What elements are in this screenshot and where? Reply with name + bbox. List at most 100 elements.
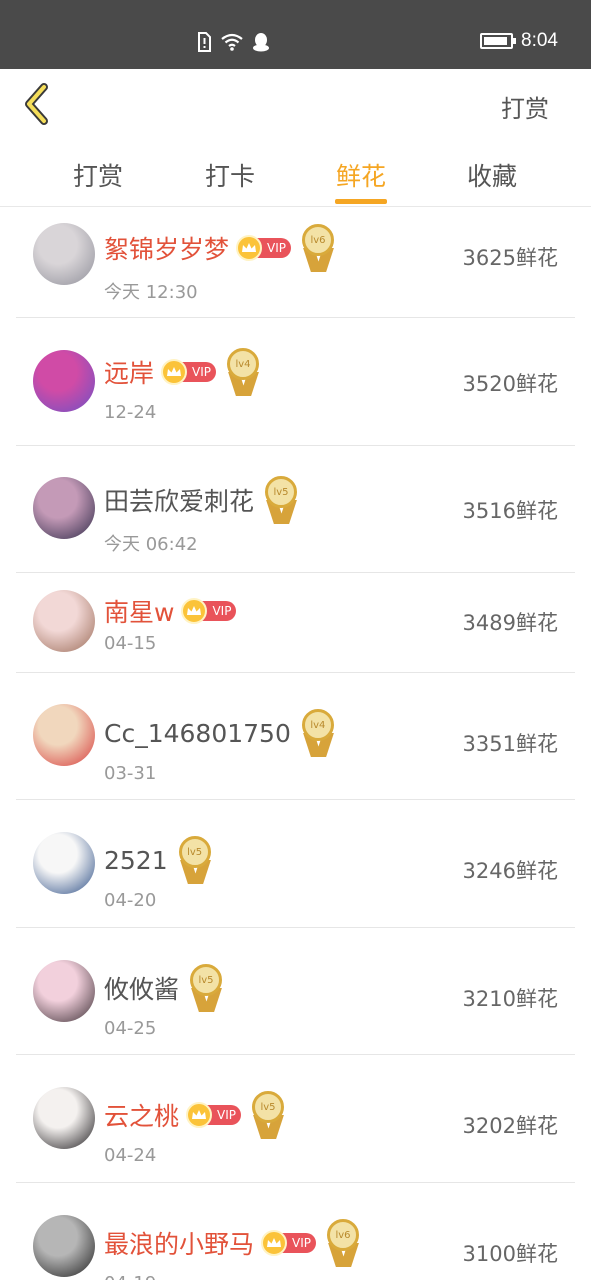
list-item[interactable]: Cc_146801750 lv4 03-31 3351鲜花 — [16, 673, 575, 800]
user-name: 南星w — [104, 598, 175, 627]
level-medal-icon: lv5 — [187, 964, 225, 1012]
reward-date: 04-24 — [104, 1145, 157, 1166]
list-item[interactable]: 田芸欣爱刺花 lv5 今天 06:42 3516鲜花 — [16, 446, 575, 573]
user-name-group: 絮锦岁岁梦 VIP lv6 — [104, 224, 337, 272]
user-name-group: 云之桃 VIP lv5 — [104, 1091, 287, 1139]
nav-header: 打赏 — [0, 69, 591, 139]
level-medal-icon: lv4 — [224, 348, 262, 396]
crown-icon — [161, 359, 188, 385]
level-label: lv5 — [190, 964, 223, 996]
sim-card-icon — [198, 32, 211, 52]
flower-amount: 3210鲜花 — [462, 987, 558, 1011]
user-name: 攸攸酱 — [104, 975, 180, 1004]
level-medal-icon: lv5 — [262, 476, 300, 524]
reward-date: 03-31 — [104, 763, 157, 784]
list-item[interactable]: 云之桃 VIP lv5 04-24 3202鲜花 — [16, 1055, 575, 1183]
user-name: 2521 — [104, 845, 168, 875]
vip-label: VIP — [267, 241, 287, 255]
level-medal-icon: lv5 — [249, 1091, 287, 1139]
crown-icon — [261, 1230, 288, 1256]
flower-amount: 3202鲜花 — [462, 1114, 558, 1138]
user-name-group: 田芸欣爱刺花 lv5 — [104, 476, 300, 524]
crown-icon — [236, 235, 263, 261]
crown-icon — [181, 598, 208, 624]
vip-label: VIP — [292, 1236, 312, 1250]
flower-amount: 3351鲜花 — [462, 732, 558, 756]
flower-amount: 3100鲜花 — [462, 1242, 558, 1266]
level-medal-icon: lv6 — [324, 1219, 362, 1267]
user-name: 远岸 — [104, 359, 155, 388]
list-item[interactable]: 攸攸酱 lv5 04-25 3210鲜花 — [16, 928, 575, 1055]
user-name: 絮锦岁岁梦 — [104, 235, 230, 264]
back-button[interactable] — [18, 81, 58, 127]
level-label: lv4 — [301, 709, 334, 741]
level-label: lv6 — [327, 1219, 360, 1251]
level-label: lv4 — [227, 348, 260, 380]
vip-badge: VIP — [161, 359, 217, 385]
flower-amount: 3246鲜花 — [462, 859, 558, 883]
header-reward-button[interactable]: 打赏 — [501, 89, 549, 124]
level-label: lv5 — [252, 1091, 285, 1123]
reward-date: 12-24 — [104, 402, 157, 423]
vip-label: VIP — [192, 365, 212, 379]
avatar[interactable] — [33, 477, 95, 539]
battery-icon — [480, 33, 517, 49]
list-item[interactable]: 絮锦岁岁梦 VIP lv6 今天 12:30 3625鲜花 — [16, 208, 575, 318]
tab-reward[interactable]: 打赏 — [48, 157, 148, 193]
user-name-group: 南星w VIP — [104, 593, 237, 629]
vip-label: VIP — [217, 1108, 237, 1122]
user-name-group: 攸攸酱 lv5 — [104, 964, 225, 1012]
user-name: 田芸欣爱刺花 — [104, 487, 255, 516]
vip-badge: VIP — [261, 1230, 317, 1256]
tab-flowers[interactable]: 鲜花 — [311, 157, 411, 193]
user-name-group: 2521 lv5 — [104, 836, 214, 884]
tab-bar: 打赏 打卡 鲜花 收藏 — [0, 139, 591, 207]
user-name-group: 最浪的小野马 VIP lv6 — [104, 1219, 362, 1267]
avatar[interactable] — [33, 350, 95, 412]
vip-badge: VIP — [186, 1102, 242, 1128]
qq-penguin-icon — [253, 33, 269, 52]
vip-badge: VIP — [181, 598, 237, 624]
level-label: lv5 — [178, 836, 211, 868]
user-name: Cc_146801750 — [104, 718, 291, 748]
wifi-icon — [221, 33, 243, 51]
status-bar: 8:04 — [0, 0, 591, 69]
reward-date: 04-20 — [104, 890, 157, 911]
flower-amount: 3489鲜花 — [462, 611, 558, 635]
avatar[interactable] — [33, 223, 95, 285]
level-medal-icon: lv5 — [176, 836, 214, 884]
avatar[interactable] — [33, 704, 95, 766]
vip-label: VIP — [212, 604, 232, 618]
level-label: lv5 — [265, 476, 298, 508]
avatar[interactable] — [33, 590, 95, 652]
status-right: 8:04 — [480, 30, 558, 52]
user-name-group: 远岸 VIP lv4 — [104, 348, 262, 396]
reward-date: 04-19 — [104, 1273, 156, 1280]
status-icons — [196, 32, 270, 52]
chevron-left-icon — [25, 83, 48, 125]
flower-amount: 3520鲜花 — [462, 372, 558, 396]
battery-fill — [484, 37, 507, 45]
user-name: 最浪的小野马 — [104, 1230, 255, 1259]
level-medal-icon: lv4 — [299, 709, 337, 757]
vip-badge: VIP — [236, 235, 292, 261]
crown-icon — [186, 1102, 213, 1128]
list-item[interactable]: 2521 lv5 04-20 3246鲜花 — [16, 800, 575, 928]
level-label: lv6 — [302, 224, 335, 256]
avatar[interactable] — [33, 1087, 95, 1149]
list-item[interactable]: 最浪的小野马 VIP lv6 04-19 3100鲜花 — [16, 1183, 575, 1280]
reward-date: 04-25 — [104, 1018, 157, 1039]
list-item[interactable]: 远岸 VIP lv4 12-24 3520鲜花 — [16, 318, 575, 446]
reward-date: 04-15 — [104, 633, 157, 654]
avatar[interactable] — [33, 960, 95, 1022]
avatar[interactable] — [33, 1215, 95, 1277]
status-time: 8:04 — [521, 30, 558, 51]
flower-amount: 3625鲜花 — [462, 246, 558, 270]
level-medal-icon: lv6 — [299, 224, 337, 272]
user-name: 云之桃 — [104, 1102, 180, 1131]
tab-favorites[interactable]: 收藏 — [442, 157, 542, 193]
list-item[interactable]: 南星w VIP 04-15 3489鲜花 — [16, 573, 575, 673]
avatar[interactable] — [33, 832, 95, 894]
tab-checkin[interactable]: 打卡 — [180, 157, 280, 193]
user-name-group: Cc_146801750 lv4 — [104, 709, 337, 757]
